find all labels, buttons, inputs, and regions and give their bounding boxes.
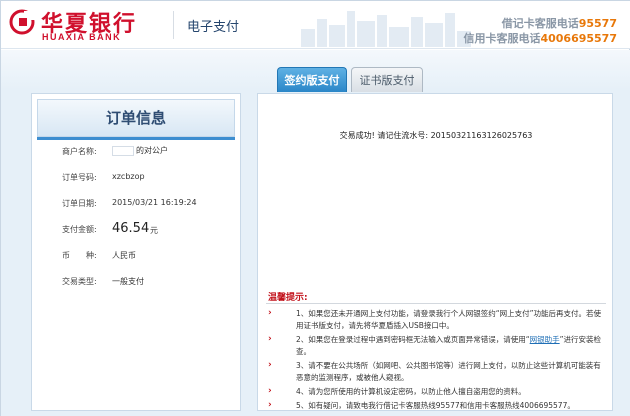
tip-text: 3、请不要在公共场所（如网吧、公共图书馆等）进行网上支付，以防止这些计算机可能装…: [296, 361, 601, 382]
tip-text: 4、请为您所使用的计算机设定密码，以防止他人擅自盗用您的资料。: [296, 387, 526, 396]
txn-type-value: 一般支付: [112, 277, 144, 286]
tab-certificate-payment[interactable]: 证书版支付: [351, 67, 423, 92]
chevron-right-icon: ›: [268, 386, 272, 396]
amount-value: 46.54: [112, 221, 150, 236]
order-no-value: xzcbzop: [112, 172, 145, 181]
credit-hotline: 信用卡客服电话4006695577: [463, 30, 617, 46]
credit-hotline-label: 信用卡客服电话: [463, 32, 541, 45]
amount-unit: 元: [150, 226, 158, 235]
order-info-title: 订单信息: [37, 99, 235, 137]
chevron-right-icon: ›: [268, 400, 272, 410]
merchant-name-mask: [112, 145, 134, 156]
huaxia-bank-logo-icon: [9, 9, 35, 35]
order-date-label: 订单日期:: [62, 199, 97, 208]
merchant-value-wrap: 的对公户: [112, 145, 168, 156]
chevron-right-icon: ›: [268, 334, 272, 344]
order-info-panel: 订单信息 商户名称: 的对公户 订单号码: xzcbzop 订单日期: 2015…: [31, 93, 241, 411]
success-message: 交易成功! 请记住流水号: 20150321163126025763: [339, 131, 533, 140]
bank-name-en: HUAXIA BANK: [42, 32, 122, 42]
skyline-decoration: [301, 7, 471, 47]
currency-label: 币 种:: [62, 251, 97, 260]
currency-value: 人民币: [112, 251, 136, 260]
chevron-right-icon: ›: [268, 360, 272, 370]
merchant-label: 商户名称:: [62, 147, 97, 156]
page-header: 华夏银行 HUAXIA BANK 电子支付 借记卡客服电话95577 信用卡客服…: [1, 1, 630, 49]
tip-text: 5、如有疑问，请致电我行借记卡客服热线95577和信用卡客服热线40066955…: [296, 401, 575, 410]
debit-hotline-label: 借记卡客服电话: [501, 17, 579, 30]
tip-text: 1、如果您还未开通网上支付功能，请登录我行个人网银签约“网上支付”功能后再支付。…: [296, 309, 602, 330]
order-info-underline: [37, 137, 235, 140]
tip-text-before: 2、如果您在登录过程中遇到密码框无法输入或页面异常错误，请使用“: [296, 335, 530, 344]
header-divider: [173, 11, 174, 39]
order-no-label: 订单号码:: [62, 173, 97, 182]
tips-divider: [266, 303, 606, 304]
tip-text: 2、如果您在登录过程中遇到密码框无法输入或页面异常错误，请使用“网银助手”进行安…: [296, 334, 604, 358]
netbank-helper-link[interactable]: 网银助手: [530, 335, 560, 344]
section-title: 电子支付: [187, 20, 240, 35]
txn-type-label: 交易类型:: [62, 277, 97, 286]
debit-hotline: 借记卡客服电话95577: [502, 15, 617, 31]
amount-label: 支付金额:: [62, 225, 97, 234]
chevron-right-icon: ›: [268, 308, 272, 318]
credit-hotline-number: 4006695577: [540, 32, 617, 45]
tab-signed-payment[interactable]: 签约版支付: [277, 67, 347, 92]
tips-title: 温馨提示:: [268, 293, 308, 303]
order-date-value: 2015/03/21 16:19:24: [112, 198, 197, 207]
debit-hotline-number: 95577: [578, 17, 617, 30]
merchant-value: 的对公户: [136, 146, 168, 155]
payment-result-panel: 交易成功! 请记住流水号: 20150321163126025763 温馨提示:…: [257, 93, 613, 411]
